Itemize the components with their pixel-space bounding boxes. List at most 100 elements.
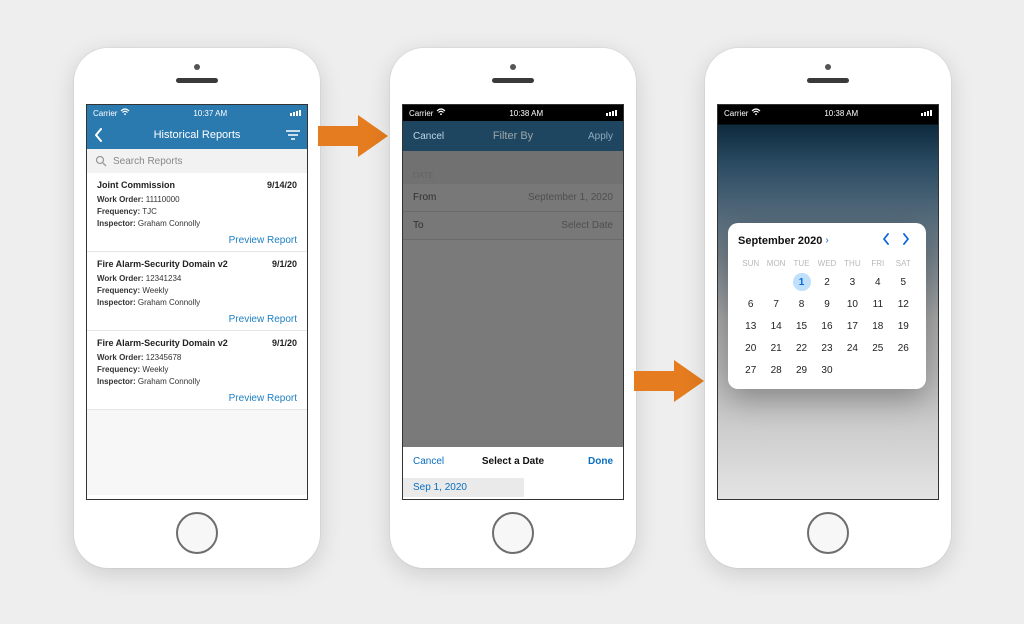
- status-bar: Carrier 10:38 AM: [403, 105, 623, 121]
- calendar-day: [865, 359, 890, 381]
- carrier-label: Carrier: [724, 109, 748, 118]
- wifi-icon: [120, 108, 130, 118]
- search-icon: [95, 155, 107, 167]
- status-time: 10:38 AM: [509, 109, 543, 118]
- date-section-label: DATE: [403, 151, 623, 184]
- report-card: Joint Commission9/14/20Work Order: 11110…: [87, 173, 307, 252]
- chevron-left-icon: [882, 233, 890, 245]
- report-title: Fire Alarm-Security Domain v2: [97, 259, 228, 269]
- calendar-day[interactable]: 6: [738, 293, 763, 315]
- back-button[interactable]: [93, 121, 105, 149]
- calendar-day[interactable]: 12: [891, 293, 916, 315]
- calendar-day[interactable]: 9: [814, 293, 839, 315]
- battery-icon: [921, 110, 932, 116]
- to-label: To: [413, 220, 424, 231]
- calendar-day[interactable]: 18: [865, 315, 890, 337]
- calendar-day[interactable]: 26: [891, 337, 916, 359]
- calendar-day[interactable]: 20: [738, 337, 763, 359]
- reports-list[interactable]: Joint Commission9/14/20Work Order: 11110…: [87, 173, 307, 495]
- report-title: Joint Commission: [97, 180, 175, 190]
- calendar-dow: WED: [814, 256, 839, 271]
- carrier-label: Carrier: [93, 109, 117, 118]
- calendar-day[interactable]: 19: [891, 315, 916, 337]
- chevron-right-icon: [902, 233, 910, 245]
- date-picker-sheet: Cancel Select a Date Done Sep 1, 2020: [403, 447, 623, 499]
- from-value: September 1, 2020: [528, 192, 613, 203]
- home-button[interactable]: [176, 512, 218, 554]
- calendar-day[interactable]: 17: [840, 315, 865, 337]
- calendar-day[interactable]: 14: [763, 315, 788, 337]
- flow-arrow-icon: [634, 360, 704, 402]
- sheet-cancel-button[interactable]: Cancel: [413, 456, 444, 467]
- calendar-day[interactable]: 16: [814, 315, 839, 337]
- report-date: 9/1/20: [272, 338, 297, 348]
- calendar-day[interactable]: 13: [738, 315, 763, 337]
- chevron-right-icon: ›: [825, 235, 828, 246]
- calendar-day[interactable]: 7: [763, 293, 788, 315]
- report-card: Fire Alarm-Security Domain v29/1/20Work …: [87, 252, 307, 331]
- status-time: 10:37 AM: [193, 109, 227, 118]
- from-label: From: [413, 192, 436, 203]
- next-month-button[interactable]: [896, 233, 916, 248]
- calendar-dow: SAT: [891, 256, 916, 271]
- search-field[interactable]: Search Reports: [87, 149, 307, 173]
- battery-icon: [606, 110, 617, 116]
- wifi-icon: [436, 108, 446, 118]
- calendar-day[interactable]: 24: [840, 337, 865, 359]
- calendar-day[interactable]: 5: [891, 271, 916, 293]
- prev-month-button[interactable]: [876, 233, 896, 248]
- filter-icon: [285, 129, 301, 141]
- calendar-day[interactable]: 10: [840, 293, 865, 315]
- nav-bar: Historical Reports: [87, 121, 307, 149]
- calendar-day[interactable]: 1: [789, 271, 814, 293]
- calendar-day[interactable]: 3: [840, 271, 865, 293]
- sheet-done-button[interactable]: Done: [588, 456, 613, 467]
- preview-report-link[interactable]: Preview Report: [97, 230, 297, 247]
- report-date: 9/14/20: [267, 180, 297, 190]
- preview-report-link[interactable]: Preview Report: [97, 388, 297, 405]
- calendar-day[interactable]: 25: [865, 337, 890, 359]
- calendar-day[interactable]: 8: [789, 293, 814, 315]
- calendar-day[interactable]: 21: [763, 337, 788, 359]
- search-placeholder: Search Reports: [113, 156, 182, 167]
- calendar-day[interactable]: 22: [789, 337, 814, 359]
- from-date-row[interactable]: From September 1, 2020: [403, 184, 623, 212]
- calendar-dow: TUE: [789, 256, 814, 271]
- calendar-day: [763, 271, 788, 293]
- page-title: Historical Reports: [154, 129, 241, 141]
- calendar-day[interactable]: 11: [865, 293, 890, 315]
- calendar-month-label[interactable]: September 2020: [738, 235, 822, 247]
- home-button[interactable]: [492, 512, 534, 554]
- calendar-day[interactable]: 4: [865, 271, 890, 293]
- home-button[interactable]: [807, 512, 849, 554]
- filter-cancel-button[interactable]: Cancel: [413, 131, 444, 142]
- calendar-popover: September 2020 › SUNMONTUEWEDTHUFRISAT 1…: [728, 223, 926, 389]
- to-date-row[interactable]: To Select Date: [403, 212, 623, 240]
- calendar-day[interactable]: 23: [814, 337, 839, 359]
- calendar-day[interactable]: 28: [763, 359, 788, 381]
- filter-navbar: Cancel Filter By Apply: [403, 121, 623, 151]
- calendar-dow: MON: [763, 256, 788, 271]
- status-time: 10:38 AM: [824, 109, 858, 118]
- to-value: Select Date: [561, 220, 613, 231]
- calendar-day[interactable]: 30: [814, 359, 839, 381]
- calendar-day[interactable]: 2: [814, 271, 839, 293]
- flow-arrow-icon: [318, 115, 388, 157]
- calendar-dow: SUN: [738, 256, 763, 271]
- calendar-day: [738, 271, 763, 293]
- selected-date-value[interactable]: Sep 1, 2020: [403, 478, 524, 497]
- filter-button[interactable]: [285, 121, 301, 149]
- calendar-day[interactable]: 29: [789, 359, 814, 381]
- calendar-dow: THU: [840, 256, 865, 271]
- carrier-label: Carrier: [409, 109, 433, 118]
- report-date: 9/1/20: [272, 259, 297, 269]
- calendar-day[interactable]: 27: [738, 359, 763, 381]
- battery-icon: [290, 110, 301, 116]
- preview-report-link[interactable]: Preview Report: [97, 309, 297, 326]
- report-card: Fire Alarm-Security Domain v29/1/20Work …: [87, 331, 307, 410]
- status-bar: Carrier 10:37 AM: [87, 105, 307, 121]
- calendar-day: [840, 359, 865, 381]
- calendar-dow: FRI: [865, 256, 890, 271]
- filter-apply-button[interactable]: Apply: [588, 131, 613, 142]
- calendar-day[interactable]: 15: [789, 315, 814, 337]
